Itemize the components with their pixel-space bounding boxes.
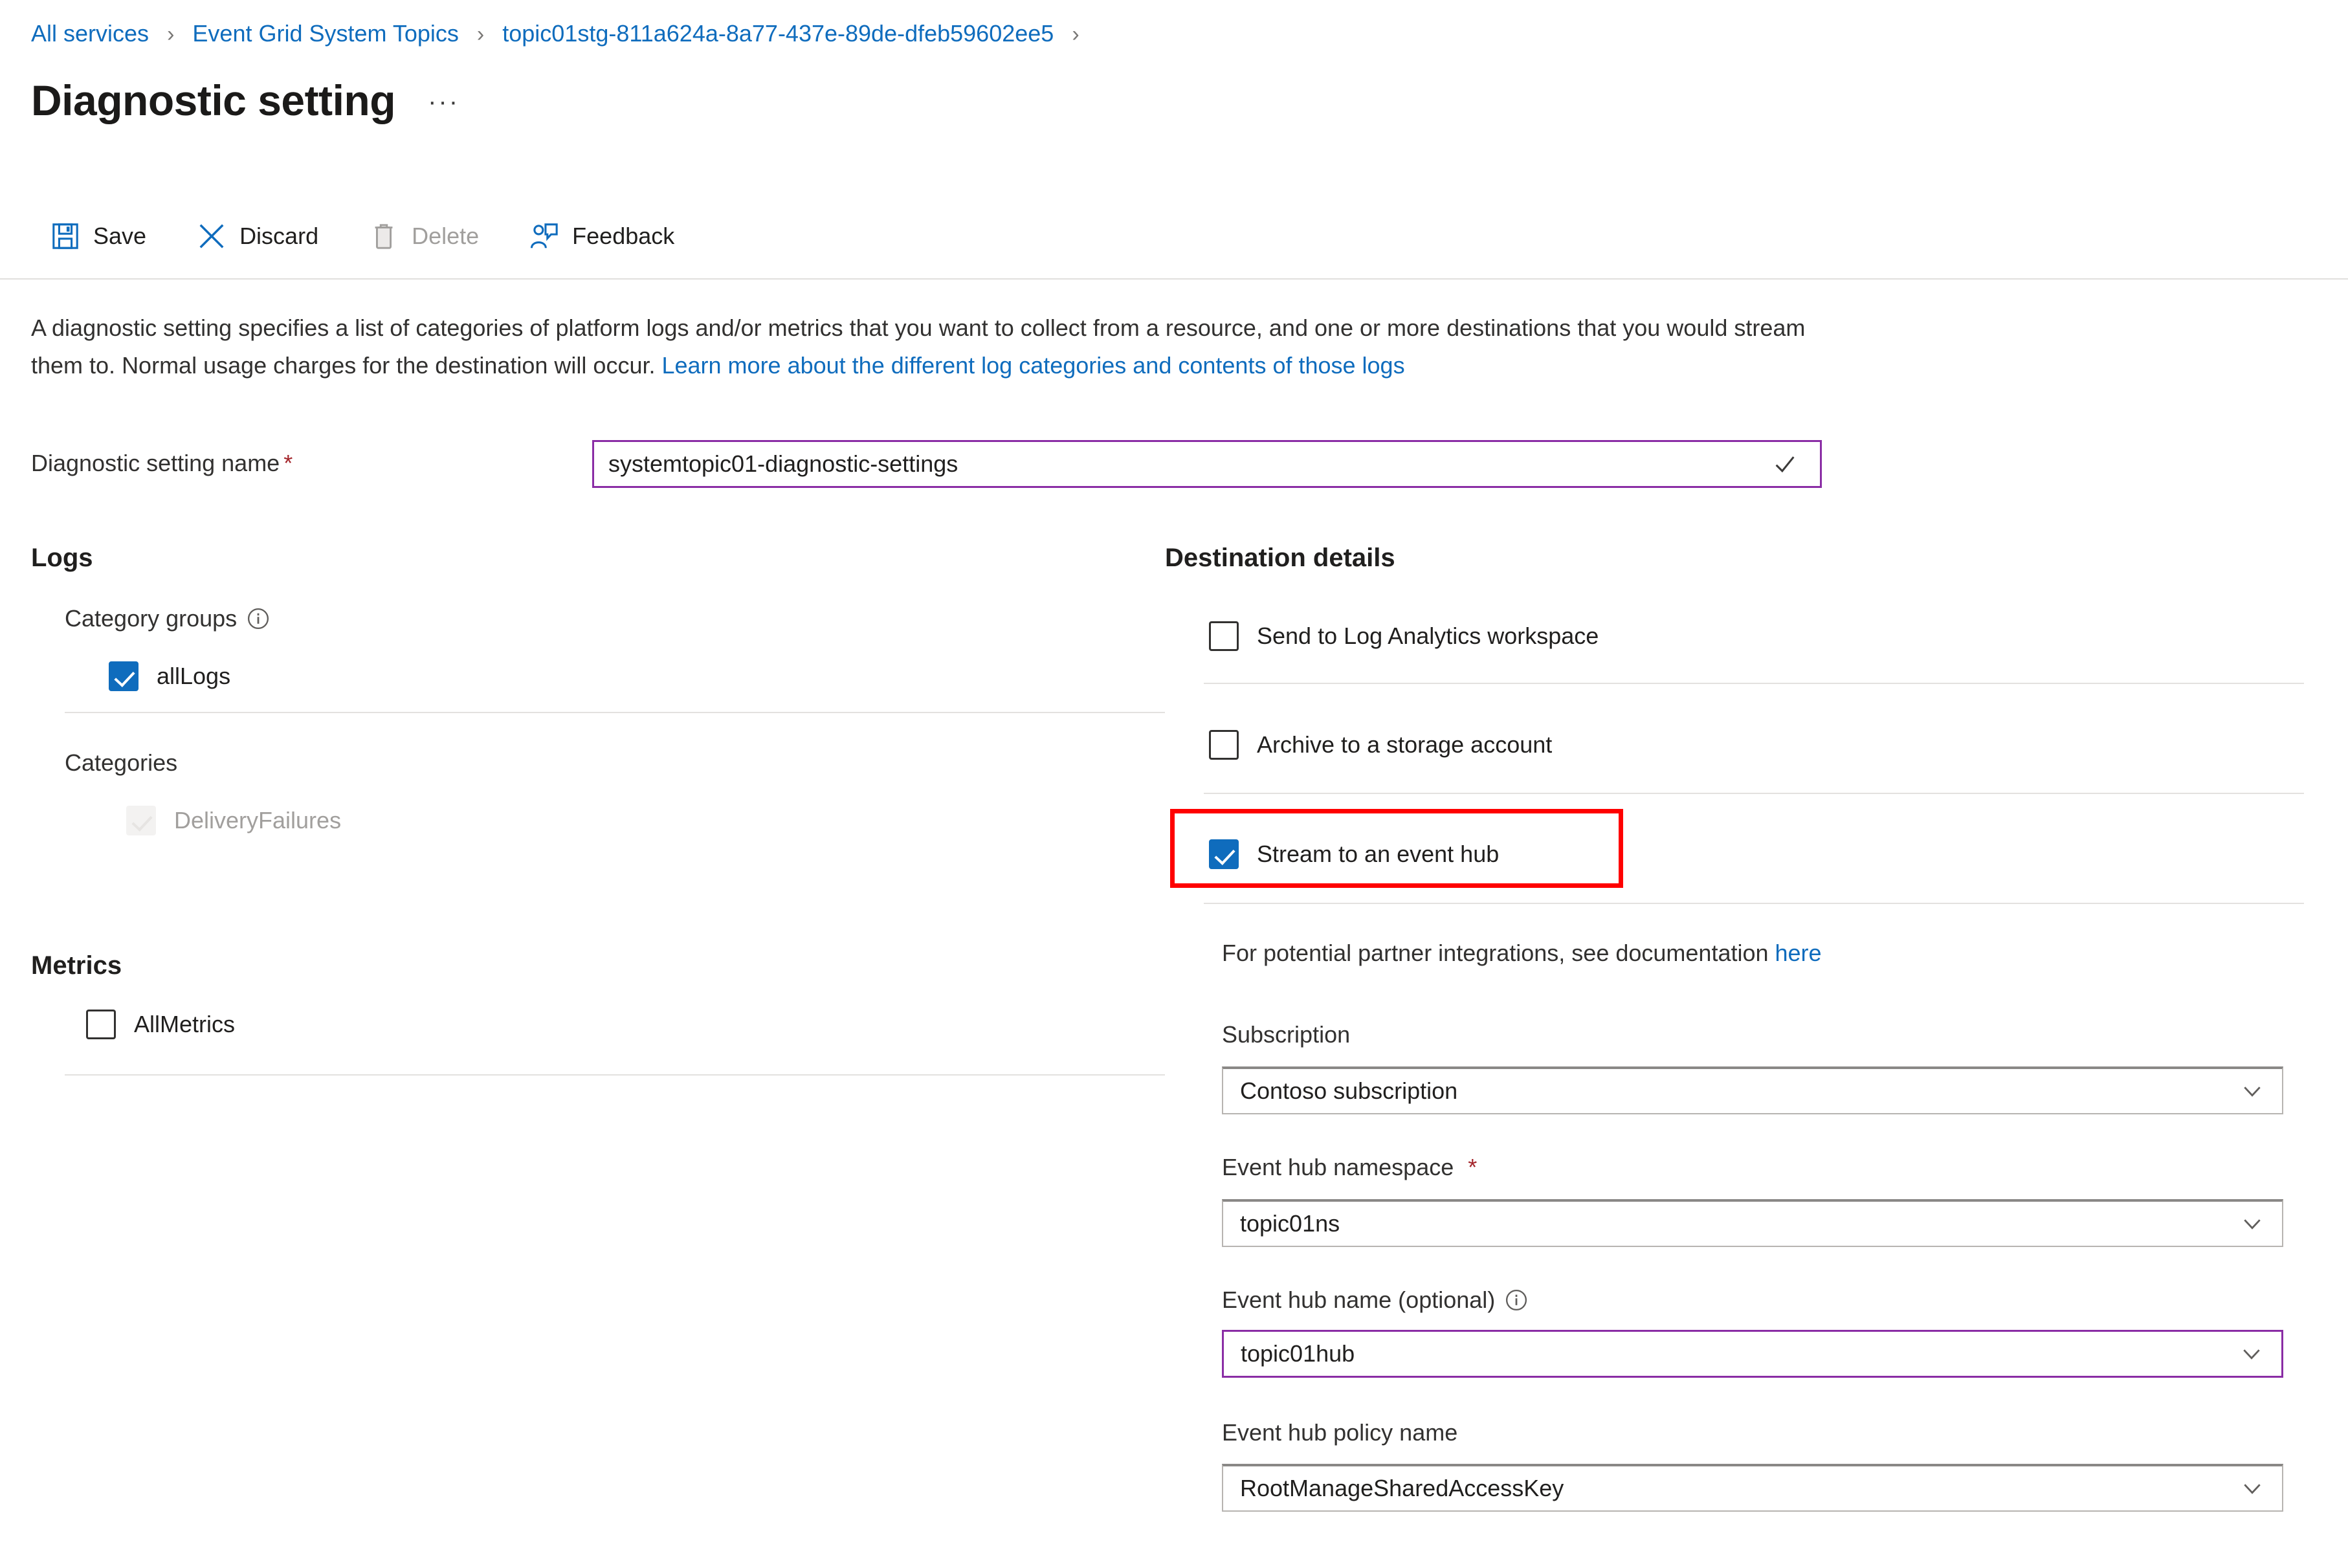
chevron-down-icon — [2243, 1349, 2260, 1360]
partner-integration-note: For potential partner integrations, see … — [1222, 940, 1822, 967]
breadcrumb-item-event-grid-system-topics[interactable]: Event Grid System Topics — [192, 20, 459, 47]
partner-docs-link[interactable]: here — [1775, 940, 1822, 966]
checkbox-row-allmetrics[interactable]: AllMetrics — [86, 1010, 235, 1039]
feedback-button[interactable]: Feedback — [529, 214, 699, 259]
destination-divider-3 — [1204, 903, 2304, 904]
breadcrumb-item-all-services[interactable]: All services — [31, 20, 149, 47]
info-icon[interactable] — [1505, 1289, 1527, 1311]
destination-divider-1 — [1204, 683, 2304, 684]
checkbox-row-log-analytics[interactable]: Send to Log Analytics workspace — [1209, 621, 1599, 651]
metrics-divider — [65, 1074, 1165, 1076]
command-bar: Save Discard Delete Feedback — [50, 214, 725, 259]
command-bar-divider — [0, 278, 2348, 280]
allmetrics-checkbox[interactable] — [86, 1010, 116, 1039]
event-hub-policy-name-label-text: Event hub policy name — [1222, 1419, 1458, 1446]
diagnostic-setting-name-label-text: Diagnostic setting name — [31, 450, 280, 476]
checkbox-row-alllogs[interactable]: allLogs — [109, 661, 230, 691]
required-asterisk: * — [1468, 1154, 1478, 1180]
categories-label: Categories — [65, 749, 177, 777]
more-options-button[interactable]: ··· — [428, 87, 460, 124]
allmetrics-label: AllMetrics — [134, 1011, 236, 1037]
chevron-down-icon — [2244, 1219, 2261, 1230]
chevron-down-icon — [2244, 1087, 2261, 1097]
breadcrumb-separator-icon: › — [167, 22, 175, 47]
checkbox-row-storage-account[interactable]: Archive to a storage account — [1209, 730, 1552, 760]
send-to-log-analytics-label: Send to Log Analytics workspace — [1257, 623, 1599, 649]
logs-divider — [65, 712, 1165, 713]
breadcrumb-separator-icon: › — [1072, 22, 1080, 47]
feedback-person-icon — [531, 223, 558, 248]
trash-icon — [375, 224, 393, 249]
description-text: A diagnostic setting specifies a list of… — [31, 309, 1850, 384]
subscription-label: Subscription — [1222, 1021, 1350, 1048]
chevron-down-icon — [2244, 1484, 2261, 1494]
event-hub-policy-name-dropdown[interactable]: RootManageSharedAccessKey — [1222, 1464, 2283, 1512]
alllogs-checkbox[interactable] — [109, 661, 138, 691]
deliveryfailures-checkbox — [126, 806, 156, 835]
close-icon — [199, 224, 224, 248]
event-hub-name-label-text: Event hub name (optional) — [1222, 1286, 1496, 1313]
category-groups-label-text: Category groups — [65, 605, 238, 632]
event-hub-name-dropdown[interactable]: topic01hub — [1222, 1330, 2283, 1378]
info-icon[interactable] — [247, 608, 269, 630]
save-icon — [52, 223, 78, 249]
diagnostic-setting-name-input[interactable] — [608, 450, 1772, 478]
stream-to-event-hub-checkbox[interactable] — [1209, 839, 1239, 869]
delete-button: Delete — [369, 214, 504, 259]
alllogs-label: allLogs — [157, 663, 231, 689]
save-button[interactable]: Save — [50, 214, 171, 259]
subscription-label-text: Subscription — [1222, 1021, 1351, 1048]
subscription-value: Contoso subscription — [1240, 1077, 1458, 1104]
categories-label-text: Categories — [65, 749, 178, 776]
breadcrumb-item-topic[interactable]: topic01stg-811a624a-8a77-437e-89de-dfeb5… — [502, 20, 1054, 47]
learn-more-link[interactable]: Learn more about the different log categ… — [661, 352, 1404, 379]
event-hub-namespace-label-text: Event hub namespace — [1222, 1154, 1454, 1180]
subscription-dropdown[interactable]: Contoso subscription — [1222, 1066, 2283, 1114]
event-hub-policy-name-value: RootManageSharedAccessKey — [1240, 1475, 1564, 1501]
destination-divider-2 — [1204, 793, 2304, 794]
save-label: Save — [93, 223, 147, 249]
category-groups-label: Category groups — [65, 605, 269, 632]
partner-integration-note-text: For potential partner integrations, see … — [1222, 940, 1775, 966]
checkbox-row-event-hub[interactable]: Stream to an event hub — [1209, 839, 1499, 869]
stream-to-event-hub-label: Stream to an event hub — [1257, 841, 1500, 867]
page-title: Diagnostic setting — [31, 76, 396, 124]
valid-checkmark-icon — [1775, 456, 1795, 473]
destination-details-heading: Destination details — [1165, 544, 1395, 572]
delete-label: Delete — [412, 223, 480, 249]
send-to-log-analytics-checkbox[interactable] — [1209, 621, 1239, 651]
event-hub-name-value: topic01hub — [1241, 1340, 1355, 1367]
metrics-heading: Metrics — [31, 951, 122, 980]
page-header: Diagnostic setting ··· — [31, 76, 460, 124]
deliveryfailures-label: DeliveryFailures — [174, 807, 342, 834]
event-hub-name-label: Event hub name (optional) — [1222, 1286, 1527, 1314]
archive-to-storage-label: Archive to a storage account — [1257, 731, 1553, 758]
required-asterisk: * — [283, 450, 293, 476]
discard-button[interactable]: Discard — [197, 214, 343, 259]
breadcrumb: All services › Event Grid System Topics … — [31, 19, 1091, 49]
diagnostic-setting-name-label: Diagnostic setting name * — [31, 450, 293, 477]
discard-label: Discard — [239, 223, 319, 249]
event-hub-namespace-value: topic01ns — [1240, 1210, 1340, 1237]
event-hub-namespace-label: Event hub namespace * — [1222, 1154, 1477, 1181]
event-hub-policy-name-label: Event hub policy name — [1222, 1419, 1457, 1446]
breadcrumb-separator-icon: › — [476, 22, 485, 47]
checkbox-row-deliveryfailures: DeliveryFailures — [126, 806, 341, 835]
feedback-label: Feedback — [572, 223, 675, 249]
logs-heading: Logs — [31, 544, 93, 572]
archive-to-storage-checkbox[interactable] — [1209, 730, 1239, 760]
diagnostic-setting-name-field[interactable] — [592, 440, 1822, 488]
event-hub-namespace-dropdown[interactable]: topic01ns — [1222, 1199, 2283, 1247]
